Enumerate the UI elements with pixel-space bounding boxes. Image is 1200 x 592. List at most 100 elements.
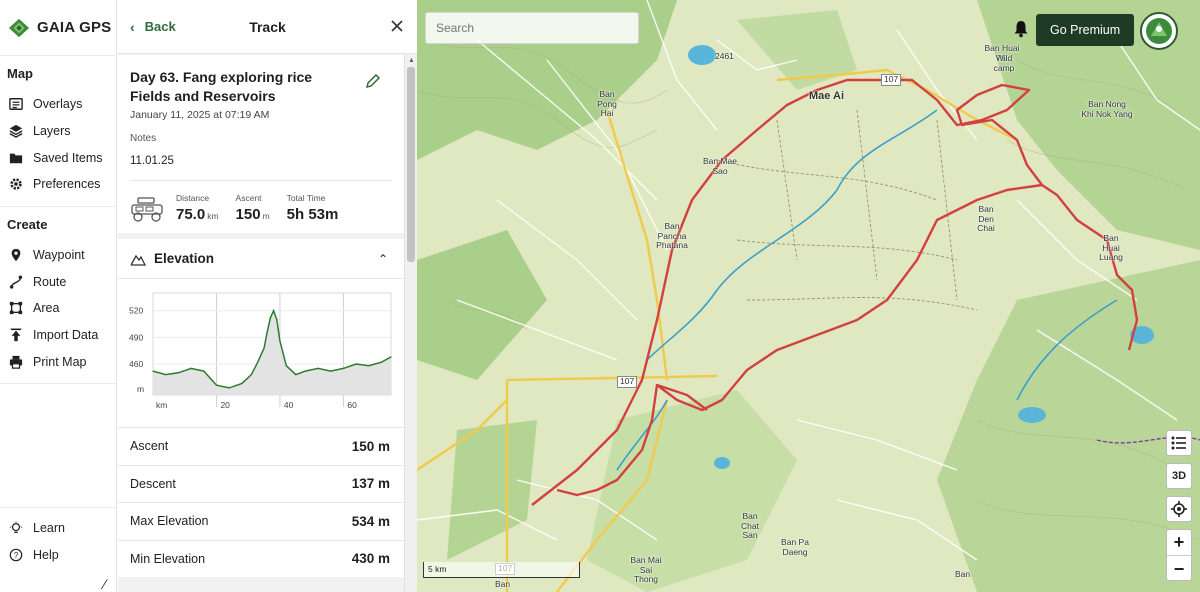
elevation-point [165,374,167,376]
map-label-ban-b: Ban [955,569,971,579]
pin-icon [9,248,23,262]
distance-value: 75.0 [176,206,206,223]
gaia-logo-icon [8,18,30,37]
nav-item-saved-items[interactable]: Saved Items [0,144,116,171]
map-view[interactable]: Mae Ai Ban Huai Pu Wild camp Ban Nong Kh… [417,0,1200,592]
close-icon[interactable] [389,18,405,34]
chevron-left-icon: ‹ [130,18,135,35]
nav-item-layers[interactable]: Layers [0,118,116,145]
elevation-point [241,382,243,385]
search-input[interactable] [425,12,639,44]
nav-item-label: Import Data [33,328,99,343]
nav-item-overlays[interactable]: Overlays [0,91,116,118]
metric-row-descent: Descent 137 m [118,464,404,503]
nav-item-preferences[interactable]: Preferences [0,171,116,198]
elevation-point [250,374,252,376]
stats-row: Distance 75.0 km Ascent 150 m Total Time 5… [130,180,392,223]
map-label-route-107-a: 107 [881,74,902,86]
locate-button[interactable] [1166,496,1192,522]
distance-stat: Distance 75.0 km [176,193,219,223]
locate-icon [1171,501,1187,517]
nav-item-learn[interactable]: Learn [0,515,116,542]
layers-icon [9,124,23,138]
list-icon [1171,436,1186,450]
nav-item-label: Layers [33,124,71,139]
track-date: January 11, 2025 at 07:19 AM [130,109,270,121]
nav-item-waypoint[interactable]: Waypoint [0,242,116,269]
map-label-mae-ai: Mae Ai [809,90,845,102]
back-button[interactable]: ‹ Back [130,19,176,35]
time-value: 5h 53m [286,206,339,223]
x-tick-label: 20 [220,400,230,410]
elevation-point [152,370,154,372]
elevation-header[interactable]: Elevation ⌃ [118,239,404,279]
x-tick-label: 60 [347,400,357,410]
elevation-point [273,310,275,312]
lightbulb-icon [9,521,23,535]
map-label-wild-camp: Wild camp [993,53,1015,73]
go-premium-button[interactable]: Go Premium [1036,14,1135,46]
ascent-value: 150 [235,206,261,223]
scale-bar: 5 km [423,562,580,578]
metric-value: 137 m [351,476,390,492]
brand[interactable]: GAIA GPS [0,0,116,56]
nav-item-help[interactable]: ? Help [0,541,116,568]
zoom-in-button[interactable]: + [1167,530,1191,556]
elevation-point [215,384,218,386]
track-panel: ‹ Back Track Day 63. Fang exploring rice… [118,0,417,592]
map-label-ban-pa-daeng: Ban Pa Daeng [781,537,809,557]
map-section: Map Overlays Layers Saved Items Preferen… [0,56,116,207]
metric-label: Descent [130,476,176,491]
y-unit-label: m [137,384,144,394]
distance-value-row: 75.0 km [176,206,219,223]
collapse-nav-icon[interactable]: ∕ [104,576,106,592]
avatar[interactable] [1140,12,1178,50]
toggle-3d-button[interactable]: 3D [1166,463,1192,489]
create-section-title: Create [7,216,48,232]
map-legend-button[interactable] [1166,430,1192,456]
edit-pencil-icon[interactable] [365,73,381,89]
left-nav: GAIA GPS Map Overlays Layers Saved Items… [0,0,117,592]
nav-item-area[interactable]: Area [0,295,116,322]
nav-item-route[interactable]: Route [0,268,116,295]
x-unit-label: km [156,400,167,410]
zoom-out-button[interactable]: − [1167,556,1191,582]
metric-value: 430 m [351,551,390,567]
y-tick-label: 520 [129,306,143,316]
nav-item-label: Print Map [33,354,87,369]
folder-icon [9,151,23,165]
metric-row-ascent: Ascent 150 m [118,427,404,465]
nav-item-print-map[interactable]: Print Map [0,349,116,376]
track-info-card: Day 63. Fang exploring rice Fields and R… [118,55,404,233]
elevation-chart[interactable]: 520 490 460 m km 20 40 60 [118,279,404,427]
elevation-card: Elevation ⌃ 520 490 460 m km 20 40 60 Ascent 15… [118,239,404,577]
nav-item-import-data[interactable]: Import Data [0,322,116,349]
elevation-point [269,317,271,319]
panel-scrollbar[interactable]: ▲ [404,55,417,592]
elevation-title: Elevation [154,251,215,266]
elevation-point [177,372,179,374]
map-canvas[interactable] [417,0,1200,592]
elevation-point [390,356,392,358]
gear-icon [9,177,23,191]
map-label-ban-a: Ban [495,579,511,589]
bell-icon[interactable] [1013,20,1029,38]
map-label-ban-nong-khi-nok-yang: Ban Nong Khi Nok Yang [1081,99,1133,119]
time-stat: Total Time 5h 53m [287,193,339,223]
map-label-peak-2461: 2461 [715,51,734,61]
y-tick-label: 490 [129,332,143,342]
scrollbar-thumb[interactable] [407,67,415,262]
scale-label: 5 km [428,564,447,574]
elevation-point [295,374,297,376]
x-tick-label: 40 [284,400,294,410]
scroll-up-icon[interactable]: ▲ [408,57,415,64]
chevron-up-icon[interactable]: ⌃ [378,252,388,266]
elevation-point [190,367,192,369]
map-label-ban-mai-sai-thong: Ban Mai Sai Thong [630,555,662,584]
metric-row-min-elevation: Min Elevation 430 m [118,539,404,578]
ascent-label: Ascent [235,193,262,203]
metric-label: Min Elevation [130,551,206,566]
map-section-title: Map [7,66,33,81]
ascent-value-row: 150 m [236,206,270,223]
help-icon: ? [9,548,23,562]
